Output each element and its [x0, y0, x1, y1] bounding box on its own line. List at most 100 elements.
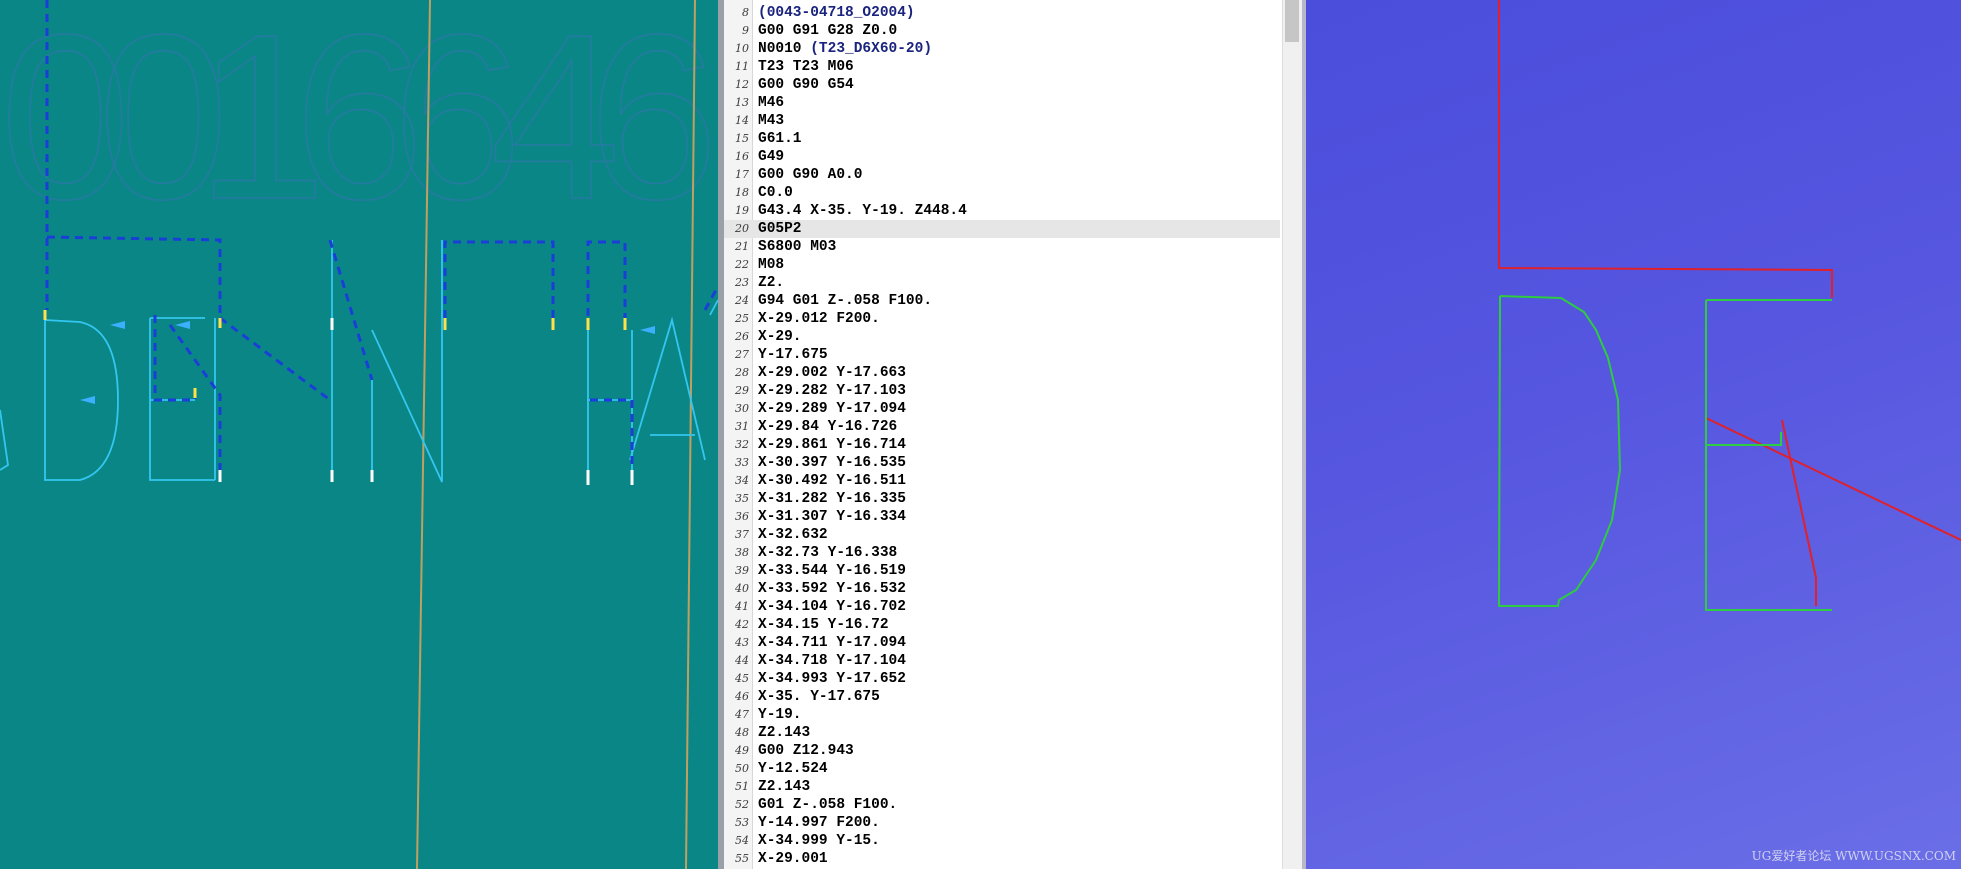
- plunge-markers: [43, 310, 634, 485]
- code-line[interactable]: 17 G00 G90 A0.0: [724, 166, 1280, 184]
- 3d-toolpath-view[interactable]: UG爱好者论坛 WWW.UGSNX.COM: [1306, 0, 1961, 869]
- code-statement: X-34.104 Y-16.702: [758, 599, 906, 615]
- line-number: 54: [735, 834, 749, 847]
- code-statement: G43.4 X-35. Y-19. Z448.4: [758, 203, 967, 219]
- code-line[interactable]: 43 X-34.711 Y-17.094: [724, 634, 1280, 652]
- code-line[interactable]: 50 Y-12.524: [724, 760, 1280, 778]
- code-line[interactable]: 15 G61.1: [724, 130, 1280, 148]
- code-statement: N0010: [758, 41, 811, 57]
- code-text: X-29.002 Y-17.663: [758, 364, 906, 382]
- code-line[interactable]: 9 G00 G91 G28 Z0.0: [724, 22, 1280, 40]
- code-line[interactable]: 25 X-29.012 F200.: [724, 310, 1280, 328]
- line-number: 25: [735, 312, 749, 325]
- code-line[interactable]: 47 Y-19.: [724, 706, 1280, 724]
- code-text: N0010 (T23_D6X60-20): [758, 40, 932, 58]
- code-text: X-34.711 Y-17.094: [758, 634, 906, 652]
- code-text: Y-14.997 F200.: [758, 814, 880, 832]
- code-line[interactable]: 55 X-29.001: [724, 850, 1280, 868]
- code-line[interactable]: 21 S6800 M03: [724, 238, 1280, 256]
- line-number: 28: [735, 366, 749, 379]
- code-line[interactable]: 16 G49: [724, 148, 1280, 166]
- code-line[interactable]: 45 X-34.993 Y-17.652: [724, 670, 1280, 688]
- code-line[interactable]: 20 G05P2: [724, 220, 1280, 238]
- line-number: 44: [735, 654, 749, 667]
- nc-code-editor[interactable]: 8 (0043-04718_O2004) 9 G00 G91 G28 Z0.0 10 N0…: [724, 0, 1282, 869]
- code-line[interactable]: 10 N0010 (T23_D6X60-20): [724, 40, 1280, 58]
- code-statement: X-34.711 Y-17.094: [758, 635, 906, 651]
- line-number: 46: [735, 690, 749, 703]
- code-line[interactable]: 24 G94 G01 Z-.058 F100.: [724, 292, 1280, 310]
- code-lines: 8 (0043-04718_O2004) 9 G00 G91 G28 Z0.0 10 N0…: [724, 4, 1280, 868]
- code-statement: Y-12.524: [758, 761, 828, 777]
- code-line[interactable]: 46 X-35. Y-17.675: [724, 688, 1280, 706]
- code-line[interactable]: 13 M46: [724, 94, 1280, 112]
- code-statement: X-34.993 Y-17.652: [758, 671, 906, 687]
- code-line[interactable]: 12 G00 G90 G54: [724, 76, 1280, 94]
- code-line[interactable]: 51 Z2.143: [724, 778, 1280, 796]
- code-line[interactable]: 19 G43.4 X-35. Y-19. Z448.4: [724, 202, 1280, 220]
- code-statement: X-30.492 Y-16.511: [758, 473, 906, 489]
- code-line[interactable]: 14 M43: [724, 112, 1280, 130]
- code-line[interactable]: 33 X-30.397 Y-16.535: [724, 454, 1280, 472]
- code-line[interactable]: 48 Z2.143: [724, 724, 1280, 742]
- code-text: S6800 M03: [758, 238, 836, 256]
- code-line[interactable]: 28 X-29.002 Y-17.663: [724, 364, 1280, 382]
- line-number: 50: [735, 762, 749, 775]
- code-statement: M46: [758, 95, 785, 111]
- code-text: (0043-04718_O2004): [758, 4, 915, 22]
- line-number: 45: [735, 672, 749, 685]
- code-line[interactable]: 52 G01 Z-.058 F100.: [724, 796, 1280, 814]
- code-line[interactable]: 27 Y-17.675: [724, 346, 1280, 364]
- code-line[interactable]: 30 X-29.289 Y-17.094: [724, 400, 1280, 418]
- code-line[interactable]: 32 X-29.861 Y-16.714: [724, 436, 1280, 454]
- code-line[interactable]: 11 T23 T23 M06: [724, 58, 1280, 76]
- code-statement: X-29.002 Y-17.663: [758, 365, 906, 381]
- scrollbar-thumb[interactable]: [1285, 0, 1299, 42]
- line-number: 14: [735, 114, 749, 127]
- code-line[interactable]: 29 X-29.282 Y-17.103: [724, 382, 1280, 400]
- line-number: 19: [735, 204, 749, 217]
- code-line[interactable]: 36 X-31.307 Y-16.334: [724, 508, 1280, 526]
- code-statement: G49: [758, 149, 785, 165]
- code-text: C0.0: [758, 184, 793, 202]
- code-statement: G01 Z-.058 F100.: [758, 797, 898, 813]
- code-line[interactable]: 38 X-32.73 Y-16.338: [724, 544, 1280, 562]
- line-number: 34: [735, 474, 749, 487]
- code-line[interactable]: 31 X-29.84 Y-16.726: [724, 418, 1280, 436]
- code-text: X-33.592 Y-16.532: [758, 580, 906, 598]
- code-line[interactable]: 53 Y-14.997 F200.: [724, 814, 1280, 832]
- code-line[interactable]: 49 G00 Z12.943: [724, 742, 1280, 760]
- code-line[interactable]: 8 (0043-04718_O2004): [724, 4, 1280, 22]
- code-statement: X-29.861 Y-16.714: [758, 437, 906, 453]
- code-text: G00 G91 G28 Z0.0: [758, 22, 897, 40]
- code-statement: X-29.84 Y-16.726: [758, 419, 898, 435]
- code-line[interactable]: 23 Z2.: [724, 274, 1280, 292]
- code-line[interactable]: 18 C0.0: [724, 184, 1280, 202]
- code-comment: (T23_D6X60-20): [810, 41, 933, 57]
- code-text: X-34.999 Y-15.: [758, 832, 880, 850]
- line-number: 43: [735, 636, 749, 649]
- code-line[interactable]: 54 X-34.999 Y-15.: [724, 832, 1280, 850]
- line-number: 41: [735, 600, 749, 613]
- code-statement: X-29.: [758, 329, 802, 345]
- code-line[interactable]: 35 X-31.282 Y-16.335: [724, 490, 1280, 508]
- editor-scrollbar[interactable]: [1282, 0, 1303, 869]
- code-statement: Z2.143: [758, 725, 811, 741]
- code-statement: G00 G90 G54: [758, 77, 854, 93]
- code-line[interactable]: 44 X-34.718 Y-17.104: [724, 652, 1280, 670]
- code-line[interactable]: 41 X-34.104 Y-16.702: [724, 598, 1280, 616]
- code-statement: Y-17.675: [758, 347, 828, 363]
- code-line[interactable]: 40 X-33.592 Y-16.532: [724, 580, 1280, 598]
- toolpath-simulation-view[interactable]: 0 0 1 6 6 4 6: [0, 0, 718, 869]
- line-number: 37: [735, 528, 749, 541]
- line-number: 22: [735, 258, 749, 271]
- line-number: 10: [735, 42, 749, 55]
- code-line[interactable]: 22 M08: [724, 256, 1280, 274]
- code-statement: G00 G90 A0.0: [758, 167, 863, 183]
- code-line[interactable]: 42 X-34.15 Y-16.72: [724, 616, 1280, 634]
- code-line[interactable]: 37 X-32.632: [724, 526, 1280, 544]
- code-line[interactable]: 34 X-30.492 Y-16.511: [724, 472, 1280, 490]
- code-line[interactable]: 39 X-33.544 Y-16.519: [724, 562, 1280, 580]
- code-text: G00 Z12.943: [758, 742, 854, 760]
- code-line[interactable]: 26 X-29.: [724, 328, 1280, 346]
